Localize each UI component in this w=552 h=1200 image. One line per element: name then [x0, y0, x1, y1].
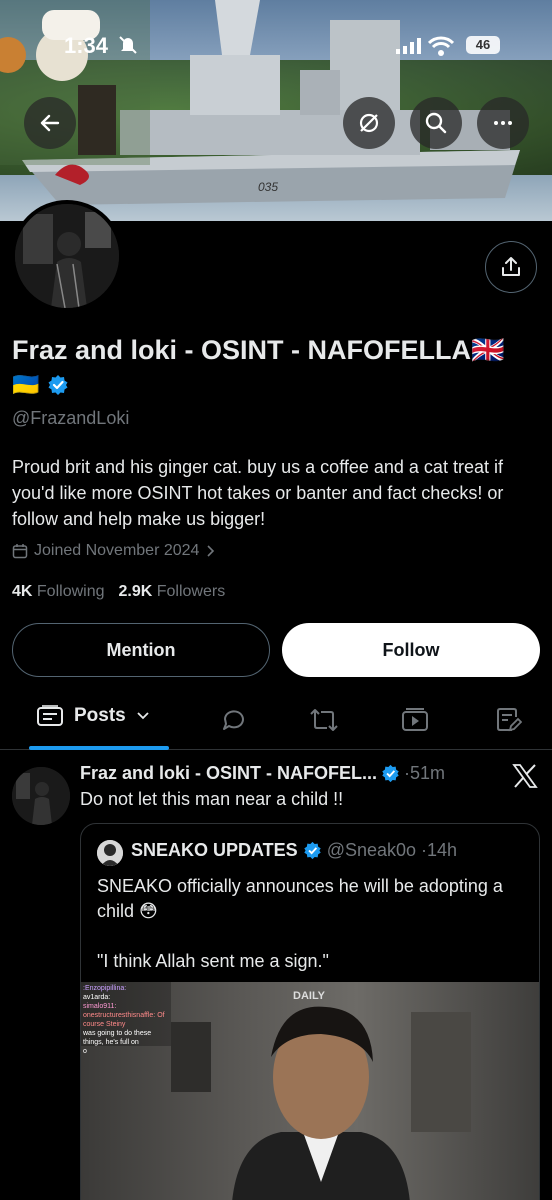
- arrow-left-icon: [40, 114, 60, 132]
- chat-line: av1arda:: [83, 994, 111, 1001]
- post-header: Fraz and loki - OSINT - NAFOFEL... ·51m: [80, 763, 445, 784]
- more-options-button[interactable]: [477, 97, 529, 149]
- tab-posts[interactable]: Posts: [36, 704, 150, 728]
- profile-avatar[interactable]: [11, 200, 123, 312]
- display-name: Fraz and loki - OSINT - NAFOFELLA🇬🇧: [12, 335, 505, 365]
- post-author-name[interactable]: Fraz and loki - OSINT - NAFOFEL...: [80, 763, 377, 784]
- videos-tab-icon[interactable]: [400, 706, 430, 734]
- ukraine-flag-emoji: 🇺🇦: [12, 372, 40, 397]
- search-icon: [425, 112, 447, 134]
- name-badges: 🇺🇦: [12, 372, 69, 398]
- chat-line: simalo911:: [83, 1003, 117, 1010]
- following-link[interactable]: 4K Following: [12, 583, 105, 601]
- followers-label: Followers: [156, 583, 226, 600]
- profile-bio: Proud brit and his ginger cat. buy us a …: [12, 457, 504, 529]
- verified-badge-icon: [303, 841, 321, 860]
- wifi-icon: [428, 36, 454, 56]
- chat-line: onestructuresthisnaffle: Of course Stein…: [83, 1012, 165, 1028]
- share-icon: [502, 257, 520, 276]
- more-horizontal-icon: [494, 121, 512, 125]
- back-button[interactable]: [24, 97, 76, 149]
- chevron-down-icon: [137, 712, 149, 720]
- quoted-author-avatar: [97, 840, 123, 866]
- following-label: Following: [36, 583, 105, 600]
- chat-line: :Enzopipillina:: [83, 985, 127, 992]
- tab-posts-label: Posts: [74, 705, 126, 726]
- joined-label: Joined November 2024: [34, 542, 200, 559]
- quoted-text-line-1: SNEAKO officially announces he will be a…: [97, 876, 503, 921]
- replies-tab-icon[interactable]: [220, 706, 248, 734]
- grok-button[interactable]: [343, 97, 395, 149]
- followers-link[interactable]: 2.9K Followers: [119, 583, 226, 601]
- post-text: Do not let this man near a child !!: [80, 789, 344, 809]
- verified-badge-icon: [382, 764, 399, 783]
- search-button[interactable]: [410, 97, 462, 149]
- quoted-post-video[interactable]: :Enzopipillina: av1arda: simalo911: ones…: [81, 982, 539, 1200]
- chevron-right-icon: [207, 545, 215, 557]
- follow-button[interactable]: Follow: [282, 623, 540, 677]
- quoted-post-text: SNEAKO officially announces he will be a…: [97, 874, 527, 974]
- followers-count: 2.9K: [118, 583, 153, 600]
- x-logo-icon[interactable]: [512, 764, 538, 788]
- joined-date[interactable]: Joined November 2024: [12, 542, 217, 560]
- quoted-author-handle: @Sneak0o: [326, 840, 417, 860]
- post-time: ·51m: [404, 763, 446, 783]
- verified-badge-icon[interactable]: [47, 374, 69, 396]
- mention-button[interactable]: Mention: [12, 623, 270, 677]
- active-tab-indicator: [29, 746, 169, 750]
- profile-tabs: Posts: [0, 694, 552, 750]
- share-button[interactable]: [485, 241, 537, 293]
- post-avatar-photo: [12, 767, 70, 825]
- chat-line: was going to do these things, he's full …: [83, 1030, 152, 1046]
- battery-indicator: 46: [466, 36, 500, 54]
- quoted-text-line-2: "I think Allah sent me a sign.": [97, 951, 329, 971]
- profile-handle: @FrazandLoki: [12, 408, 130, 428]
- status-time: 1:34: [64, 33, 109, 58]
- quoted-avatar-photo: [97, 840, 123, 866]
- calendar-icon: [12, 544, 28, 559]
- follow-counts: 4K Following 2.9K Followers: [12, 583, 225, 601]
- stream-chat-overlay: :Enzopipillina: av1arda: simalo911: ones…: [81, 982, 171, 1055]
- articles-tab-icon[interactable]: [494, 706, 522, 734]
- hull-number: 035: [258, 180, 279, 194]
- quoted-post-time: ·14h: [421, 840, 458, 860]
- grok-icon: [359, 113, 379, 133]
- quoted-post-header: SNEAKO UPDATES @Sneak0o ·14h: [131, 840, 457, 861]
- chat-line: o: [83, 1048, 87, 1055]
- post-author-avatar[interactable]: [12, 767, 70, 825]
- posts-tab-icon: [37, 705, 63, 726]
- cellular-signal-icon: [396, 38, 421, 54]
- reposts-tab-icon[interactable]: [309, 706, 339, 734]
- bell-slash-icon: [119, 36, 137, 54]
- video-watermark-daily: DAILY: [293, 990, 325, 1002]
- quoted-post[interactable]: SNEAKO UPDATES @Sneak0o ·14h SNEAKO offi…: [80, 823, 540, 1200]
- following-count: 4K: [12, 583, 33, 600]
- quoted-author-name: SNEAKO UPDATES: [131, 840, 298, 860]
- avatar-photo: [15, 204, 119, 308]
- status-bar: 1:34 46: [0, 0, 552, 90]
